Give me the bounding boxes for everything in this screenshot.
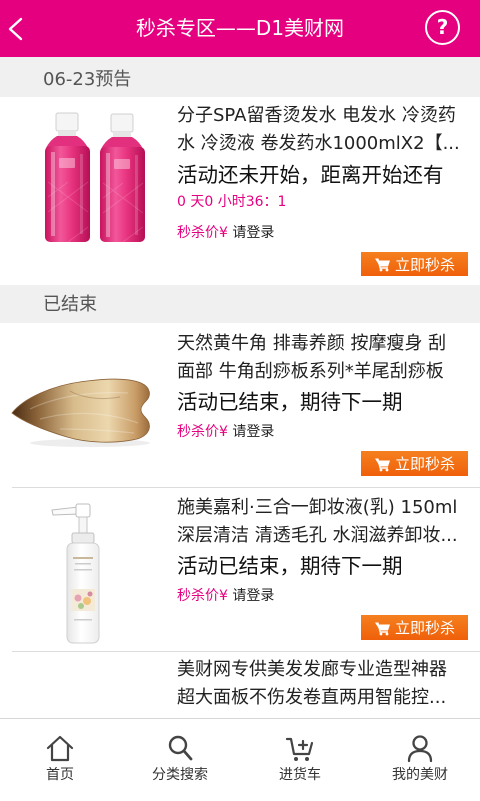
- section-title: 已结束: [43, 294, 97, 315]
- user-icon: [407, 735, 433, 763]
- activity-status: 活动已结束，期待下一期: [177, 554, 403, 578]
- price-label: 秒杀价¥: [177, 588, 228, 604]
- countdown-timer: 0 天0 小时36：1: [177, 194, 287, 210]
- product-title-line[interactable]: 水 冷烫液 卷发药水1000mlX2【...: [177, 130, 473, 158]
- tab-my-account[interactable]: 我的美财: [360, 719, 480, 801]
- section-header-preview: 06-23预告: [0, 57, 480, 97]
- cart-add-icon: [285, 737, 314, 761]
- cart-icon: [374, 258, 390, 272]
- product-row[interactable]: 美财网专供美发发廊专业造型神器 超大面板不伤发卷直两用智能控...: [0, 652, 480, 718]
- seckill-now-button[interactable]: 立即秒杀: [361, 451, 468, 476]
- price-label: 秒杀价¥: [177, 225, 228, 241]
- page-title: 秒杀专区——D1美财网: [135, 16, 345, 40]
- login-to-view-price[interactable]: 请登录: [232, 225, 274, 241]
- tab-label: 进货车: [279, 767, 321, 783]
- product-image[interactable]: [10, 371, 160, 449]
- home-icon: [46, 735, 74, 762]
- product-title-line[interactable]: 天然黄牛角 排毒养颜 按摩瘦身 刮: [177, 330, 473, 358]
- tab-label: 我的美财: [392, 767, 448, 783]
- bottom-tab-bar: 首页 分类搜索 进货车 我的美财: [0, 718, 480, 800]
- cart-icon: [374, 457, 390, 471]
- seckill-now-button[interactable]: 立即秒杀: [361, 615, 468, 640]
- price-label: 秒杀价¥: [177, 424, 228, 440]
- help-circle-icon[interactable]: ?: [425, 10, 460, 45]
- product-row[interactable]: 施美嘉利·三合一卸妆液(乳) 150ml 深层清洁 清透毛孔 水润滋养卸妆...…: [0, 488, 480, 651]
- search-icon: [168, 735, 193, 761]
- tab-label: 分类搜索: [152, 767, 208, 783]
- product-title-line[interactable]: 超大面板不伤发卷直两用智能控...: [177, 684, 473, 712]
- product-row[interactable]: 分子SPA留香烫发水 电发水 冷烫药 水 冷烫液 卷发药水1000mlX2【..…: [0, 97, 480, 285]
- tab-home[interactable]: 首页: [0, 719, 120, 801]
- product-title-line[interactable]: 深层清洁 清透毛孔 水润滋养卸妆...: [177, 522, 473, 550]
- activity-status: 活动已结束，期待下一期: [177, 390, 403, 414]
- seckill-price: 秒杀价¥ 请登录: [177, 422, 274, 442]
- seckill-price: 秒杀价¥ 请登录: [177, 586, 274, 606]
- button-label: 立即秒杀: [394, 619, 455, 637]
- product-title-line[interactable]: 分子SPA留香烫发水 电发水 冷烫药: [177, 102, 473, 130]
- product-image[interactable]: [50, 503, 110, 645]
- tab-label: 首页: [46, 767, 74, 783]
- tab-category-search[interactable]: 分类搜索: [120, 719, 240, 801]
- seckill-price: 秒杀价¥ 请登录: [177, 223, 274, 243]
- login-to-view-price[interactable]: 请登录: [232, 424, 274, 440]
- product-title-line[interactable]: 面部 牛角刮痧板系列*羊尾刮痧板: [177, 358, 473, 386]
- button-label: 立即秒杀: [394, 455, 455, 473]
- activity-status: 活动还未开始，距离开始还有: [177, 163, 444, 187]
- product-row[interactable]: 天然黄牛角 排毒养颜 按摩瘦身 刮 面部 牛角刮痧板系列*羊尾刮痧板 活动已结束…: [0, 323, 480, 487]
- cart-icon: [374, 621, 390, 635]
- chevron-left-icon[interactable]: [6, 16, 24, 42]
- button-label: 立即秒杀: [394, 255, 455, 274]
- login-to-view-price[interactable]: 请登录: [232, 588, 274, 604]
- top-navigation-bar: 秒杀专区——D1美财网 ?: [0, 0, 480, 57]
- product-title-line[interactable]: 施美嘉利·三合一卸妆液(乳) 150ml: [177, 494, 473, 522]
- product-image[interactable]: [44, 112, 148, 243]
- tab-purchase-cart[interactable]: 进货车: [240, 719, 360, 801]
- section-header-ended: 已结束: [0, 285, 480, 323]
- product-title-line[interactable]: 美财网专供美发发廊专业造型神器: [177, 656, 473, 684]
- seckill-now-button[interactable]: 立即秒杀: [361, 252, 468, 276]
